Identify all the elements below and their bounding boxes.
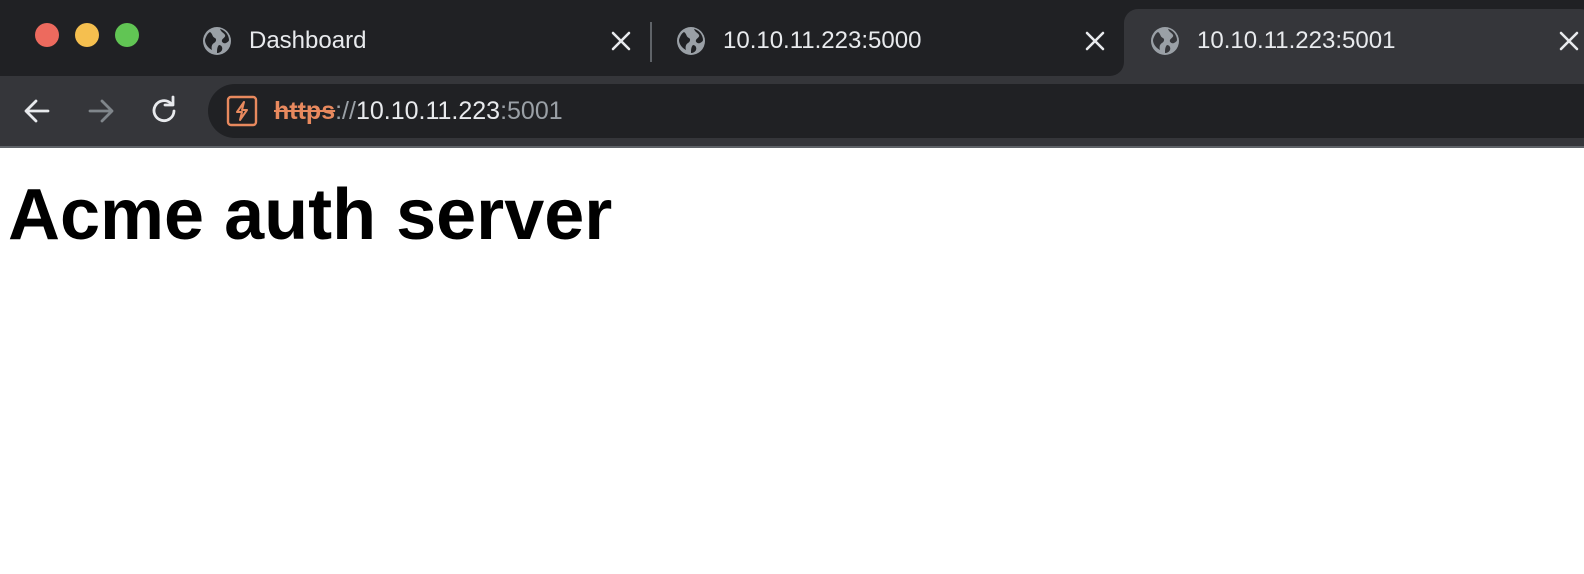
- page-content: Acme auth server: [0, 148, 1584, 574]
- tab-title: 10.10.11.223:5000: [723, 27, 922, 54]
- globe-icon: [203, 27, 231, 55]
- forward-arrow-icon[interactable]: [84, 94, 118, 128]
- page-title: Acme auth server: [8, 175, 613, 255]
- not-secure-icon[interactable]: [226, 95, 258, 127]
- close-window-button[interactable]: [35, 23, 59, 47]
- tab-port-5001-active[interactable]: 10.10.11.223:5001: [1124, 9, 1584, 76]
- globe-icon: [677, 27, 705, 55]
- url-separator: ://: [335, 97, 356, 125]
- globe-icon: [1151, 27, 1179, 55]
- close-icon[interactable]: [1084, 30, 1106, 52]
- back-arrow-icon[interactable]: [20, 94, 54, 128]
- minimize-window-button[interactable]: [75, 23, 99, 47]
- tab-port-5000[interactable]: 10.10.11.223:5000: [650, 0, 1120, 76]
- tab-title: Dashboard: [249, 27, 367, 54]
- url-scheme: https: [274, 97, 336, 125]
- browser-toolbar: https://10.10.11.223:5001: [0, 76, 1584, 146]
- close-icon[interactable]: [610, 30, 632, 52]
- zoom-window-button[interactable]: [115, 23, 139, 47]
- tab-strip: Dashboard 10.10.11.223:5000 10.10.11.223…: [0, 0, 1584, 76]
- reload-icon[interactable]: [147, 94, 181, 128]
- active-tab-corner: [1104, 56, 1124, 76]
- tab-title: 10.10.11.223:5001: [1197, 27, 1396, 54]
- tab-dashboard[interactable]: Dashboard: [176, 0, 648, 76]
- url-port: :5001: [500, 97, 563, 125]
- close-icon[interactable]: [1558, 30, 1580, 52]
- address-bar[interactable]: https://10.10.11.223:5001: [208, 84, 1584, 138]
- url-host: 10.10.11.223: [355, 97, 501, 125]
- url-text[interactable]: https://10.10.11.223:5001: [274, 96, 563, 126]
